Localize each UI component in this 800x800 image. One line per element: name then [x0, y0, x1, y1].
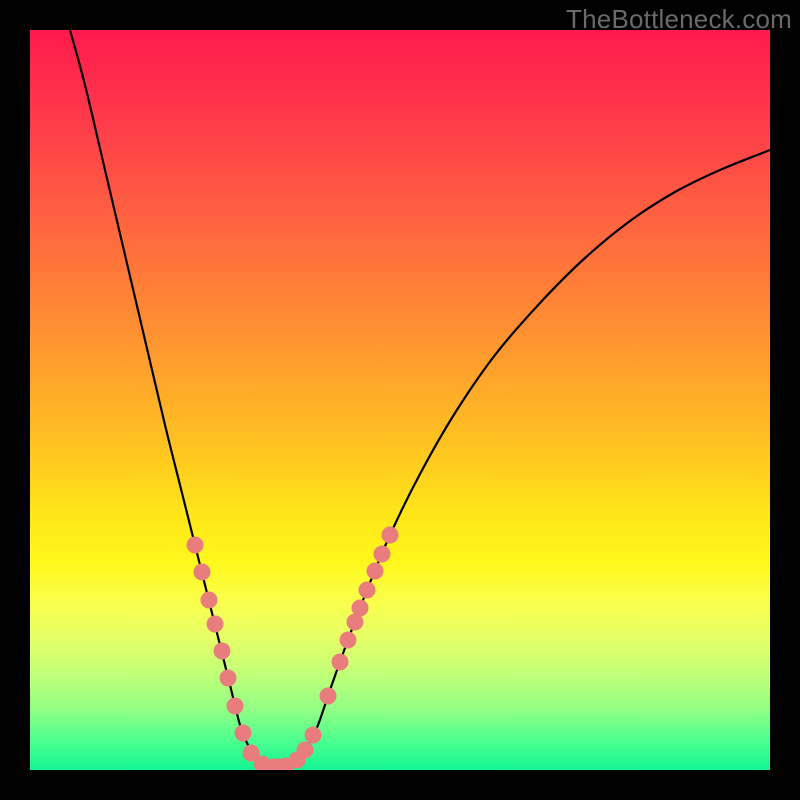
data-point-dot: [207, 616, 224, 633]
data-point-dot: [367, 563, 384, 580]
dots-group: [187, 527, 399, 771]
data-point-dot: [340, 632, 357, 649]
curve-layer: [30, 30, 770, 770]
data-point-dot: [374, 546, 391, 563]
data-point-dot: [297, 742, 314, 759]
data-point-dot: [220, 670, 237, 687]
data-point-dot: [382, 527, 399, 544]
data-point-dot: [332, 654, 349, 671]
plot-area: [30, 30, 770, 770]
data-point-dot: [305, 727, 322, 744]
data-point-dot: [214, 643, 231, 660]
data-point-dot: [359, 582, 376, 599]
data-point-dot: [352, 600, 369, 617]
data-point-dot: [227, 698, 244, 715]
data-point-dot: [194, 564, 211, 581]
chart-container: TheBottleneck.com: [0, 0, 800, 800]
data-point-dot: [201, 592, 218, 609]
bottleneck-curve: [70, 30, 770, 767]
data-point-dot: [320, 688, 337, 705]
watermark-text: TheBottleneck.com: [566, 4, 792, 35]
data-point-dot: [235, 725, 252, 742]
data-point-dot: [187, 537, 204, 554]
